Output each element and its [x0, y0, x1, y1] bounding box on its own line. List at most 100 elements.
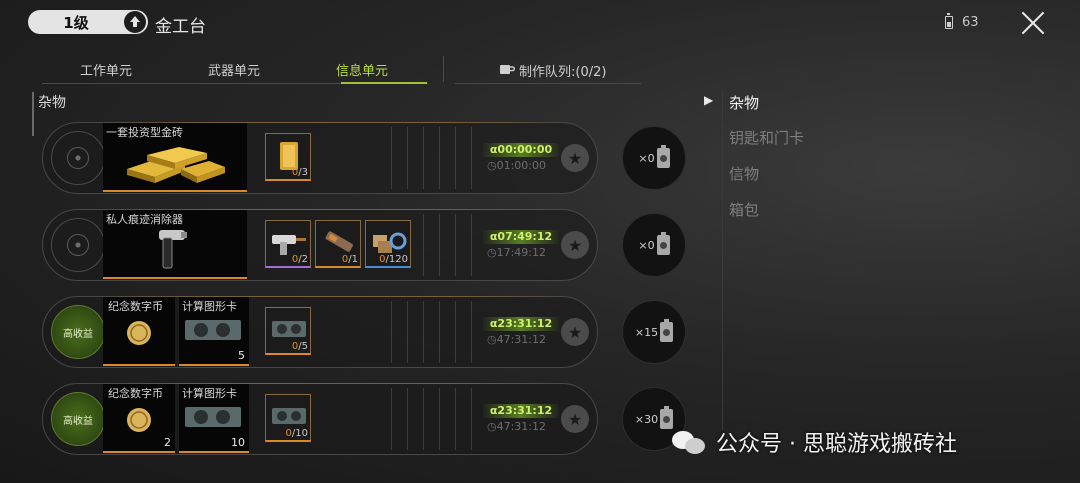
level-label: 1级: [63, 13, 89, 32]
star-icon: ★: [567, 409, 583, 429]
material-slot[interactable]: 0/5: [265, 307, 311, 355]
product-slot[interactable]: 私人痕迹消除器: [103, 210, 247, 279]
glue-gun-icon: [272, 235, 306, 255]
material-count: 0/10: [285, 428, 308, 439]
craft-count: ×30: [634, 412, 659, 426]
recipe-select-button[interactable]: [51, 218, 105, 272]
craft-count-button[interactable]: ×15: [622, 300, 686, 364]
material-count: 0/1: [341, 254, 358, 265]
graphics-card-icon: [272, 321, 306, 337]
row-decoration: [383, 127, 483, 189]
product-slot[interactable]: 纪念数字币 2: [103, 384, 175, 453]
craft-time: α00:00:00: [483, 143, 559, 157]
product-name: 一套投资型金砖: [106, 126, 183, 139]
coin-icon: [127, 408, 151, 432]
product-slot[interactable]: 纪念数字币: [103, 297, 175, 366]
product-name: 私人痕迹消除器: [106, 213, 183, 226]
watermark: 公众号 · 思聪游戏搬砖社: [672, 426, 957, 458]
sidebar-item-keys[interactable]: 钥匙和门卡: [729, 127, 804, 148]
graphics-card-icon: [185, 407, 241, 427]
product-quantity: 2: [164, 436, 171, 449]
product-slot[interactable]: 计算图形卡 10: [179, 384, 249, 453]
material-slot[interactable]: 0/1: [315, 220, 361, 268]
product-name: 计算图形卡: [182, 300, 237, 313]
craft-count-button[interactable]: ×0: [622, 126, 686, 190]
sidebar-divider: [722, 90, 723, 430]
product-slot[interactable]: 计算图形卡 5: [179, 297, 249, 366]
high-yield-button[interactable]: 高收益: [51, 392, 105, 446]
category-title: 杂物: [38, 95, 66, 111]
craft-count-button[interactable]: ×0: [622, 213, 686, 277]
craft-count: ×0: [638, 238, 655, 252]
cup-icon: [500, 65, 515, 74]
star-icon: ★: [567, 148, 583, 168]
selected-arrow-icon: ▶: [704, 93, 714, 107]
high-yield-label: 高收益: [63, 415, 93, 427]
recipe-row[interactable]: 高收益 纪念数字币 2 计算图形卡 10 0/10 α23:31:12 ◷47:…: [42, 383, 598, 455]
craft-queue-label: 制作队列:(0/2): [519, 65, 607, 80]
product-slot[interactable]: 一套投资型金砖: [103, 123, 247, 192]
level-badge[interactable]: 1级: [28, 10, 148, 34]
craft-time: α07:49:12: [483, 230, 559, 244]
battery-icon: [656, 232, 670, 255]
material-count: 0/2: [291, 254, 308, 265]
sidebar-item-misc[interactable]: 杂物: [729, 92, 759, 113]
craft-time: α23:31:12: [483, 404, 559, 418]
product-quantity: 10: [231, 436, 245, 449]
base-time: ◷47:31:12: [487, 420, 547, 433]
tab-weapon-unit[interactable]: 武器单元: [208, 60, 260, 79]
recipe-select-button[interactable]: [51, 131, 105, 185]
row-decoration: [415, 214, 479, 276]
active-tab-underline: [341, 82, 427, 84]
recipe-row[interactable]: 一套投资型金砖 0/3 α00:00:00 ◷01:00:00 ★: [42, 122, 598, 194]
graphics-card-icon: [272, 408, 306, 424]
category-marker: [32, 92, 34, 136]
material-count: 0/3: [291, 167, 308, 178]
base-time: ◷01:00:00: [487, 159, 547, 172]
favorite-star-button[interactable]: ★: [561, 231, 589, 259]
craft-time: α23:31:12: [483, 317, 559, 331]
product-quantity: 5: [238, 349, 245, 362]
favorite-star-button[interactable]: ★: [561, 318, 589, 346]
craft-count: ×15: [634, 325, 659, 339]
recipe-row[interactable]: 私人痕迹消除器 0/2 0/1 0/120 α07:49:12 ◷17:49:1…: [42, 209, 598, 281]
sidebar-item-tokens[interactable]: 信物: [729, 163, 759, 184]
tab-info-unit[interactable]: 信息单元: [336, 60, 388, 79]
level-up-icon[interactable]: [124, 11, 146, 33]
battery-icon: [945, 13, 953, 29]
favorite-star-button[interactable]: ★: [561, 405, 589, 433]
recipe-row[interactable]: 高收益 纪念数字币 计算图形卡 5 0/5 α23:31:12 ◷47:31:1…: [42, 296, 598, 368]
tab-work-unit[interactable]: 工作单元: [80, 60, 132, 79]
high-yield-button[interactable]: 高收益: [51, 305, 105, 359]
base-time: ◷17:49:12: [487, 246, 547, 259]
graphics-card-icon: [185, 320, 241, 340]
tab-bar: 工作单元 武器单元 信息单元: [42, 56, 428, 84]
star-icon: ★: [567, 322, 583, 342]
product-name: 计算图形卡: [182, 387, 237, 400]
craft-queue[interactable]: 制作队列:(0/2): [455, 56, 641, 84]
battery-icon: [656, 145, 670, 168]
tab-divider: [443, 56, 444, 82]
row-decoration: [383, 388, 483, 450]
watermark-text: 公众号 · 思聪游戏搬砖社: [716, 432, 957, 457]
product-name: 纪念数字币: [108, 387, 163, 400]
material-slot[interactable]: 0/3: [265, 133, 311, 181]
favorite-star-button[interactable]: ★: [561, 144, 589, 172]
material-count: 0/120: [379, 254, 408, 265]
material-slot[interactable]: 0/10: [265, 394, 311, 442]
close-icon[interactable]: [1020, 10, 1046, 36]
material-slot[interactable]: 0/120: [365, 220, 411, 268]
wechat-icon: [672, 429, 706, 455]
trace-eraser-icon: [159, 230, 187, 269]
star-icon: ★: [567, 235, 583, 255]
sidebar-item-bags[interactable]: 箱包: [729, 199, 759, 220]
workbench-title: 金工台: [155, 17, 206, 37]
material-count: 0/5: [291, 341, 308, 352]
gold-bar-icon: [127, 147, 225, 183]
row-decoration: [383, 301, 483, 363]
base-time: ◷47:31:12: [487, 333, 547, 346]
product-name: 纪念数字币: [108, 300, 163, 313]
select-dot-icon: [67, 234, 89, 256]
energy-count: 63: [962, 15, 979, 30]
material-slot[interactable]: 0/2: [265, 220, 311, 268]
